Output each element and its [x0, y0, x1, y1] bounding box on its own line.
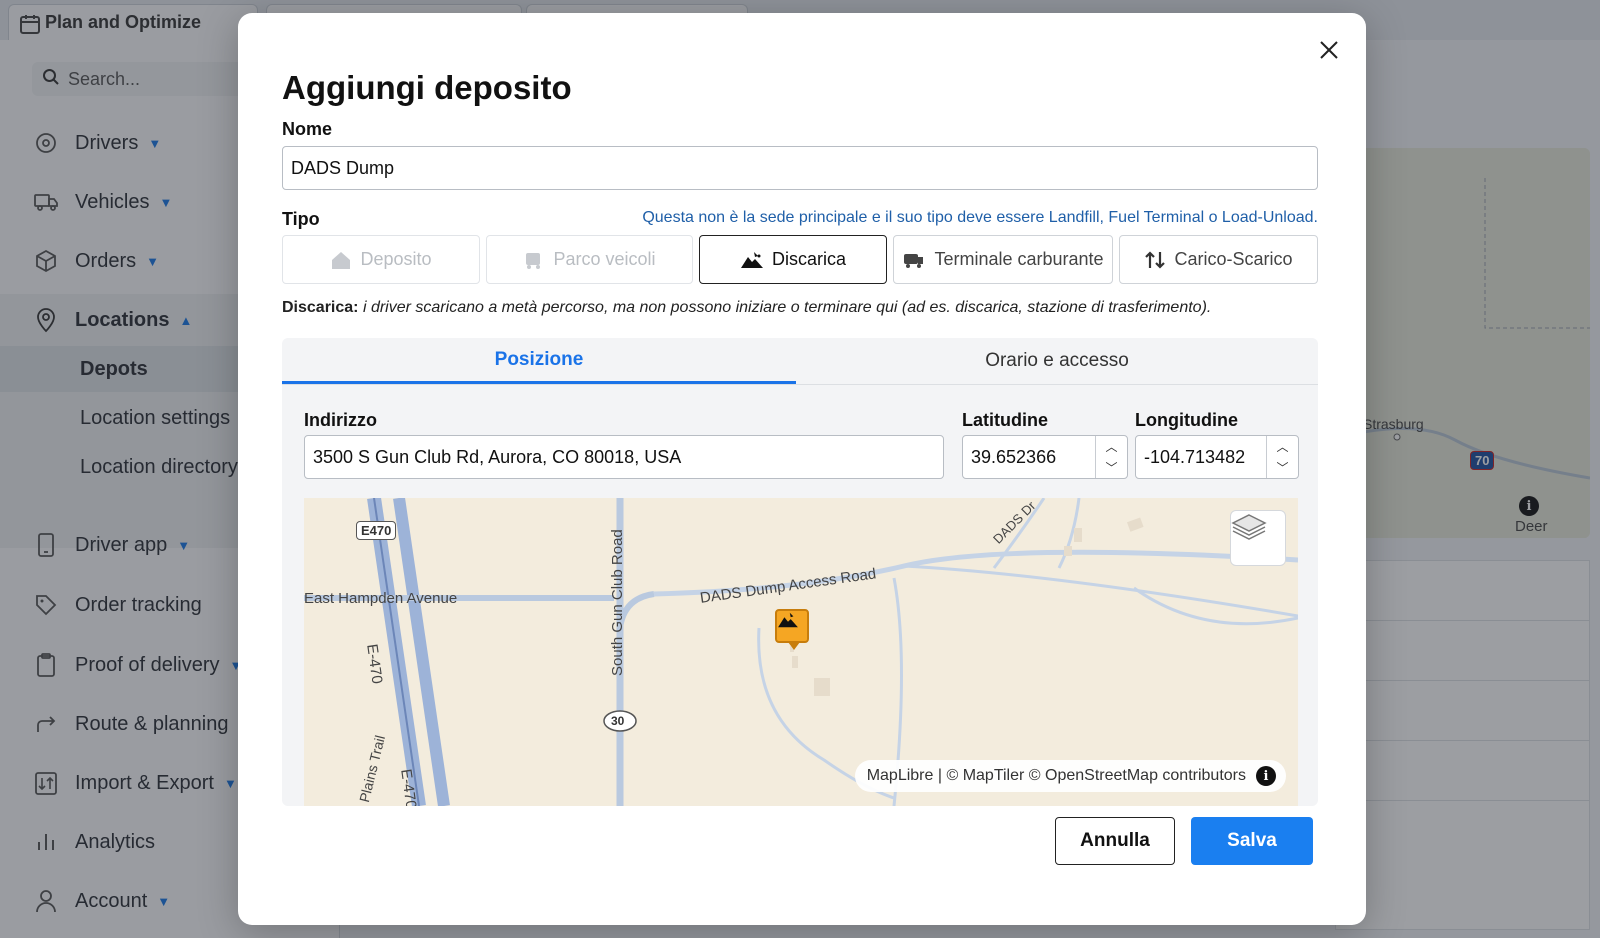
save-button[interactable]: Salva: [1191, 817, 1313, 865]
address-input[interactable]: 3500 S Gun Club Rd, Aurora, CO 80018, US…: [304, 435, 944, 479]
latitude-stepper[interactable]: ︿ ﹀: [1095, 436, 1127, 478]
chevron-down-icon[interactable]: ﹀: [1276, 459, 1288, 476]
type-button-discarica[interactable]: Discarica: [699, 235, 887, 284]
longitude-stepper[interactable]: ︿ ﹀: [1266, 436, 1298, 478]
address-label: Indirizzo: [304, 410, 377, 430]
map-label-gun-club: South Gun Club Road: [609, 529, 626, 676]
tab-posizione[interactable]: Posizione: [282, 338, 796, 384]
type-description: Discarica: i driver scaricano a metà per…: [282, 299, 1211, 317]
truck-icon: [526, 252, 541, 269]
name-input[interactable]: [282, 146, 1318, 190]
type-button-label: Terminale carburante: [934, 249, 1104, 269]
type-button-deposito[interactable]: Deposito: [282, 235, 480, 284]
add-depot-dialog: Aggiungi deposito Nome Tipo Questa non è…: [238, 13, 1366, 925]
longitude-value: -104.713482: [1144, 446, 1246, 467]
longitude-input[interactable]: -104.713482 ︿ ﹀: [1135, 435, 1299, 479]
dialog-title: Aggiungi deposito: [282, 69, 572, 106]
longitude-label: Longitudine: [1135, 410, 1238, 430]
layers-icon: [1231, 514, 1267, 540]
attribution-text: MapLibre | © MapTiler © OpenStreetMap co…: [866, 767, 1246, 784]
fuel-truck-icon: [904, 253, 924, 268]
latitude-value: 39.652366: [971, 446, 1057, 467]
up-down-arrows-icon: [1145, 250, 1166, 269]
type-button-terminale-carburante[interactable]: Terminale carburante: [893, 235, 1113, 284]
tab-orario-e-accesso[interactable]: Orario e accesso: [796, 338, 1318, 384]
tabs-divider: [282, 384, 1318, 385]
type-description-title: Discarica:: [282, 299, 359, 316]
map-label-hampden: East Hampden Avenue: [304, 590, 458, 607]
type-button-label: Parco veicoli: [553, 249, 656, 269]
chevron-up-icon[interactable]: ︿: [1105, 438, 1117, 455]
type-button-carico-scarico[interactable]: Carico-Scarico: [1119, 235, 1318, 284]
latitude-input[interactable]: 39.652366 ︿ ﹀: [962, 435, 1128, 479]
highway-shield-e470: E470: [356, 521, 397, 540]
landfill-icon: [740, 251, 763, 268]
info-icon[interactable]: i: [1256, 766, 1276, 786]
location-map[interactable]: E470 E-470 E-470 East Hampden Avenue Sou…: [304, 498, 1298, 806]
route-shield-30: 30: [611, 714, 625, 728]
address-value: 3500 S Gun Club Rd, Aurora, CO 80018, US…: [313, 446, 682, 467]
type-button-label: Discarica: [771, 249, 846, 269]
house-icon: [332, 251, 351, 269]
name-label: Nome: [282, 119, 333, 139]
type-hint: Questa non è la sede principale e il suo…: [642, 209, 1318, 226]
type-button-parco-veicoli[interactable]: Parco veicoli: [486, 235, 693, 284]
location-panel: Posizione Orario e accesso Indirizzo 350…: [282, 338, 1318, 806]
landfill-icon: [778, 612, 798, 628]
map-attribution: MapLibre | © MapTiler © OpenStreetMap co…: [854, 760, 1286, 792]
latitude-label: Latitudine: [962, 410, 1048, 430]
cancel-button[interactable]: Annulla: [1055, 817, 1175, 865]
type-button-label: Deposito: [360, 249, 432, 269]
map-layers-button[interactable]: [1230, 510, 1286, 566]
location-marker[interactable]: [775, 609, 809, 650]
close-button[interactable]: [1314, 35, 1344, 65]
type-description-text: i driver scaricano a metà percorso, ma n…: [362, 299, 1212, 316]
type-label: Tipo: [282, 209, 320, 229]
chevron-up-icon[interactable]: ︿: [1276, 438, 1288, 455]
type-button-label: Carico-Scarico: [1174, 249, 1293, 269]
chevron-down-icon[interactable]: ﹀: [1105, 459, 1117, 476]
close-icon: [1320, 41, 1338, 59]
